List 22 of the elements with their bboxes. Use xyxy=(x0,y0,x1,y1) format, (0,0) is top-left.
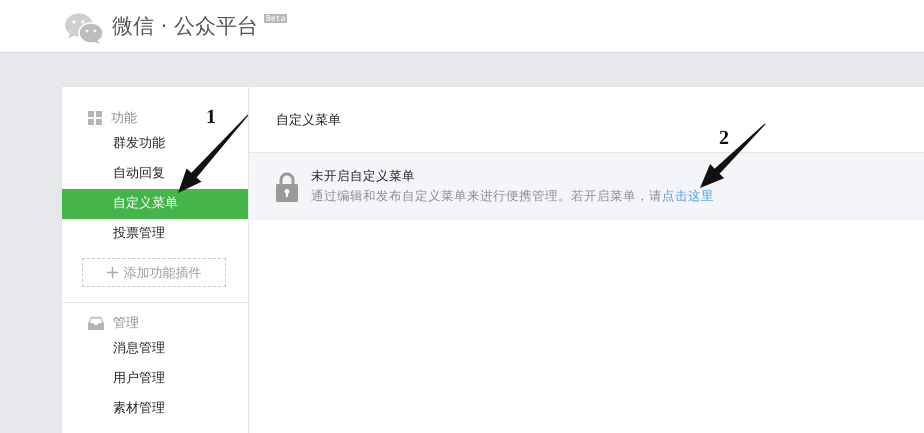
annotation-arrow xyxy=(700,124,766,188)
beta-badge: Beta xyxy=(264,14,288,23)
annotation-number: 2 xyxy=(719,128,729,148)
annotation-number: 1 xyxy=(206,107,216,127)
notice-description: 通过编辑和发布自定义菜单来进行便携管理。若开启菜单，请点击这里 xyxy=(311,188,714,205)
sidebar-item[interactable]: 投票管理 xyxy=(62,219,248,249)
section-title: 功能 xyxy=(111,110,137,127)
sidebar-item[interactable]: 自动回复 xyxy=(62,159,248,189)
sidebar-item[interactable]: 群发功能 xyxy=(62,129,248,159)
plus-icon xyxy=(106,267,118,278)
notice-title: 未开启自定义菜单 xyxy=(311,168,416,185)
sidebar-item[interactable]: 用户管理 xyxy=(62,364,248,394)
sidebar-item[interactable]: 消息管理 xyxy=(62,334,248,364)
grid-icon xyxy=(88,111,102,125)
add-plugin-label: 添加功能插件 xyxy=(124,264,202,282)
sidebar-item[interactable]: 素材管理 xyxy=(62,394,248,424)
padlock-icon xyxy=(276,172,298,202)
page-title: 自定义菜单 xyxy=(276,112,341,128)
inbox-tray-icon xyxy=(88,316,104,330)
site-title: 微信 · 公众平台 xyxy=(112,13,258,40)
chat-bubbles-logo-icon xyxy=(64,12,104,44)
section-title: 管理 xyxy=(113,315,139,332)
